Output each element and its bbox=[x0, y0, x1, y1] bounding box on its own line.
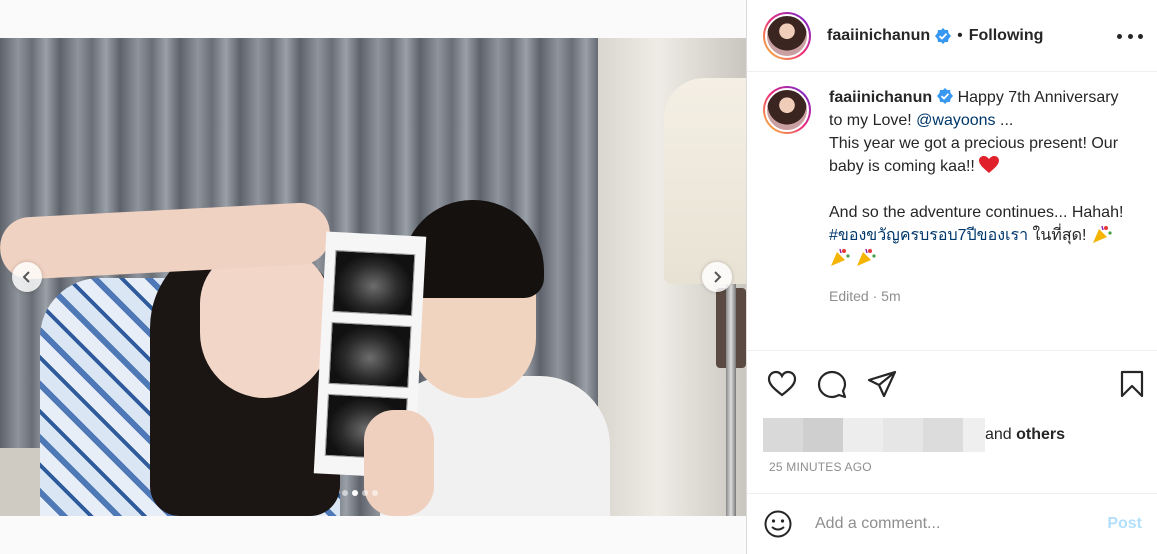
separator: • bbox=[957, 26, 963, 44]
edited-label: Edited · 5m bbox=[829, 288, 901, 304]
comment-bar: Post bbox=[747, 493, 1157, 554]
carousel-dot[interactable] bbox=[362, 490, 368, 496]
comment-icon[interactable] bbox=[817, 369, 847, 399]
media-pane bbox=[0, 0, 746, 554]
heart-emoji-icon bbox=[979, 156, 1000, 173]
carousel-prev-icon bbox=[22, 271, 30, 283]
carousel-dot[interactable] bbox=[372, 490, 378, 496]
caption-text: faaiinichanun Happy 7th Anniversary to m… bbox=[829, 86, 1129, 308]
party-popper-icon bbox=[1092, 225, 1112, 243]
edited-text: Edited bbox=[829, 288, 869, 304]
post-photo[interactable] bbox=[0, 38, 746, 516]
comment-input[interactable] bbox=[815, 515, 1095, 533]
caption-line: And so the adventure continues... Hahah! bbox=[829, 204, 1124, 221]
carousel-prev-button[interactable] bbox=[12, 262, 42, 292]
post-modal: faaiinichanun • Following faaiinichanun … bbox=[0, 0, 1157, 554]
username-link[interactable]: faaiinichanun bbox=[827, 27, 930, 45]
woman-face bbox=[200, 248, 330, 398]
caption: faaiinichanun Happy 7th Anniversary to m… bbox=[763, 86, 1143, 308]
carousel-dot-active[interactable] bbox=[352, 490, 358, 496]
post-timestamp[interactable]: 25 MINUTES AGO bbox=[769, 460, 872, 474]
carousel-next-icon bbox=[714, 271, 722, 283]
avatar[interactable] bbox=[763, 11, 811, 60]
liked-by-blurred[interactable] bbox=[763, 418, 985, 452]
mention-link[interactable]: @wayoons bbox=[916, 112, 995, 129]
avatar-image bbox=[765, 13, 809, 58]
edited-time[interactable]: 5m bbox=[881, 288, 900, 304]
like-icon[interactable] bbox=[767, 369, 797, 399]
ultrasound-frame bbox=[328, 321, 412, 389]
share-icon[interactable] bbox=[867, 369, 897, 399]
likes-others-link[interactable]: others bbox=[1016, 426, 1065, 443]
caption-username[interactable]: faaiinichanun bbox=[829, 89, 932, 106]
post-button[interactable]: Post bbox=[1107, 515, 1142, 533]
save-icon[interactable] bbox=[1117, 369, 1147, 399]
carousel-dots bbox=[342, 490, 378, 496]
likes-text: and others bbox=[985, 426, 1065, 444]
following-button[interactable]: Following bbox=[969, 27, 1044, 45]
hashtag-link[interactable]: #ของขวัญครบรอบ7ปีของเรา bbox=[829, 227, 1028, 244]
lamp-pole bbox=[726, 284, 736, 516]
lamp-shade bbox=[664, 78, 746, 284]
verified-badge-icon bbox=[937, 88, 954, 104]
caption-line: ในที่สุด! bbox=[1032, 227, 1087, 244]
likes-row: and others bbox=[763, 418, 1065, 452]
avatar-image bbox=[765, 88, 809, 132]
action-bar bbox=[747, 350, 1157, 410]
carousel-next-button[interactable] bbox=[702, 262, 732, 292]
hand bbox=[364, 410, 434, 516]
caption-line: This year we got a precious present! Our… bbox=[829, 135, 1119, 175]
caption-ellipsis: ... bbox=[1000, 112, 1014, 129]
party-popper-icon bbox=[857, 248, 877, 266]
more-options-icon[interactable] bbox=[1117, 24, 1143, 48]
emoji-icon[interactable] bbox=[763, 509, 793, 539]
likes-and: and bbox=[985, 426, 1012, 443]
carousel-dot[interactable] bbox=[342, 490, 348, 496]
caption-avatar[interactable] bbox=[763, 86, 811, 134]
post-header: faaiinichanun • Following bbox=[747, 0, 1157, 72]
post-sidebar: faaiinichanun • Following faaiinichanun … bbox=[746, 0, 1157, 554]
ultrasound-frame bbox=[332, 250, 416, 317]
verified-badge-icon bbox=[935, 27, 952, 44]
party-popper-icon bbox=[831, 248, 850, 266]
